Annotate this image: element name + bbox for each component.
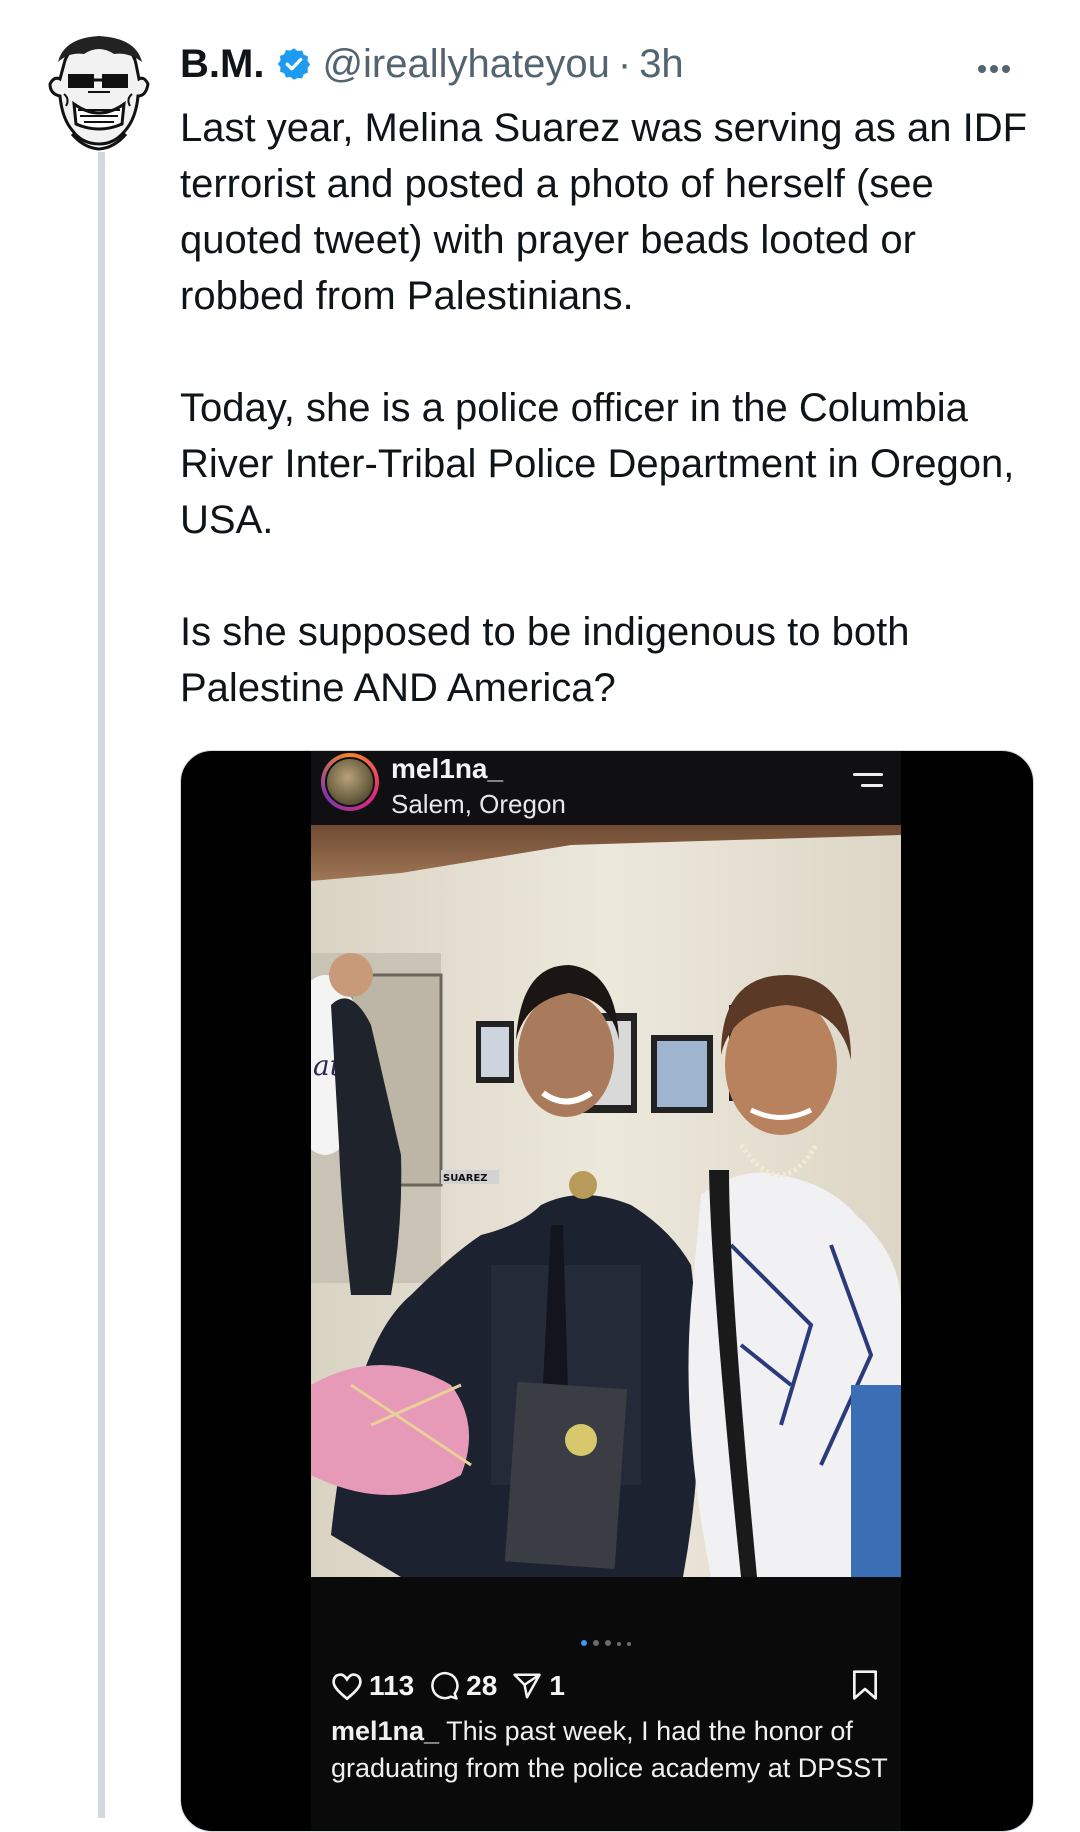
ig-post-photo: ats SUAREZ <box>311 825 901 1577</box>
comment-icon <box>431 1671 459 1700</box>
bookmark-icon <box>852 1670 877 1700</box>
like-button[interactable]: 113 <box>331 1670 414 1702</box>
caption-username: mel1na_ <box>331 1716 440 1746</box>
ig-avatar <box>321 753 379 811</box>
separator-dot: · <box>617 41 632 86</box>
ig-caption: mel1na_ This past week, I had the honor … <box>331 1713 891 1787</box>
thread-line <box>98 148 105 1818</box>
tweet-media[interactable]: mel1na_ Salem, Oregon ats SUAREZ 113 28 … <box>180 750 1034 1832</box>
ig-action-bar: 113 28 1 <box>331 1666 579 1706</box>
tweet-header: B.M. @ireallyhateyou · 3h <box>180 38 1040 90</box>
tweet-paragraph: Today, she is a police officer in the Co… <box>180 386 1015 542</box>
user-avatar[interactable] <box>44 34 154 152</box>
tweet-timestamp[interactable]: 3h <box>639 42 684 87</box>
photo-nametag: SUAREZ <box>443 1173 488 1184</box>
tweet-paragraph: Is she supposed to be indigenous to both… <box>180 610 910 710</box>
ig-location: Salem, Oregon <box>391 789 566 819</box>
author-name[interactable]: B.M. <box>180 42 264 87</box>
verified-badge-icon <box>278 48 311 80</box>
comment-count: 28 <box>466 1670 498 1701</box>
like-count: 113 <box>369 1670 415 1701</box>
menu-icon <box>853 773 883 793</box>
share-count: 1 <box>549 1670 565 1701</box>
ig-username: mel1na_ <box>391 753 504 784</box>
share-button[interactable]: 1 <box>511 1670 565 1702</box>
carousel-indicator <box>311 1633 901 1651</box>
tweet-text: Last year, Melina Suarez was serving as … <box>180 100 1040 772</box>
more-options-button[interactable] <box>976 40 1012 85</box>
author-handle[interactable]: @ireallyhateyou <box>322 42 609 87</box>
bookmark-button[interactable] <box>851 1669 879 1706</box>
tweet-paragraph: Last year, Melina Suarez was serving as … <box>180 106 1028 318</box>
instagram-screenshot: mel1na_ Salem, Oregon ats SUAREZ 113 28 … <box>311 751 901 1831</box>
more-horizontal-icon <box>978 65 1010 73</box>
heart-icon <box>332 1673 362 1701</box>
send-icon <box>513 1673 542 1699</box>
comment-button[interactable]: 28 <box>428 1670 497 1702</box>
ig-post-header: mel1na_ Salem, Oregon <box>311 751 901 825</box>
